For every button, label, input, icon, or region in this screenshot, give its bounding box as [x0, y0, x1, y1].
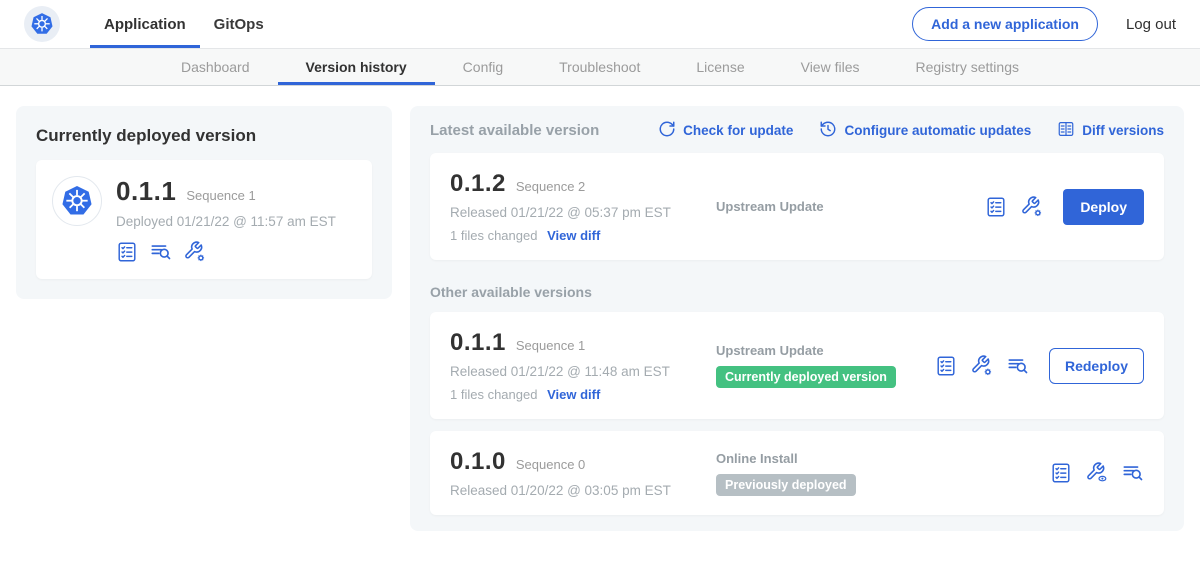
released-timestamp: Released 01/21/22 @ 11:48 am EST — [450, 364, 702, 379]
currently-deployed-panel: Currently deployed version 0.1.1 Sequenc… — [16, 106, 392, 299]
logout-button[interactable]: Log out — [1126, 16, 1176, 33]
deploy-button[interactable]: Deploy — [1063, 189, 1144, 225]
latest-version-title: Latest available version — [430, 122, 599, 139]
version-source-label: Upstream Update — [716, 199, 985, 214]
diff-versions-link[interactable]: Diff versions — [1057, 120, 1164, 141]
version-card-0-1-1: 0.1.1 Sequence 1 Released 01/21/22 @ 11:… — [430, 312, 1164, 419]
wrench-gear-icon[interactable] — [184, 241, 206, 263]
top-header: Application GitOps Add a new application… — [0, 0, 1200, 48]
app-icon — [52, 176, 102, 226]
checklist-icon[interactable] — [935, 355, 957, 377]
diff-versions-label: Diff versions — [1082, 123, 1164, 138]
tab-gitops-label: GitOps — [214, 16, 264, 33]
app-tabs: Application GitOps — [90, 0, 278, 48]
release-notes-icon[interactable] — [1007, 355, 1029, 377]
tab-config[interactable]: Config — [435, 49, 531, 85]
wrench-eye-icon[interactable] — [1086, 462, 1108, 484]
tab-license[interactable]: License — [668, 49, 772, 85]
app-subnav: Dashboard Version history Config Trouble… — [0, 48, 1200, 86]
released-timestamp: Released 01/20/22 @ 03:05 pm EST — [450, 483, 702, 498]
version-history-panel: Latest available version Check for updat… — [410, 106, 1184, 531]
kubernetes-logo — [24, 6, 60, 42]
sequence-label: Sequence 1 — [516, 338, 585, 353]
configure-automatic-updates-label: Configure automatic updates — [844, 123, 1031, 138]
check-for-update-label: Check for update — [683, 123, 793, 138]
diff-icon — [1057, 120, 1075, 141]
deployed-version-number: 0.1.1 — [116, 176, 176, 207]
deployed-timestamp: Deployed 01/21/22 @ 11:57 am EST — [116, 214, 336, 229]
version-card-0-1-2: 0.1.2 Sequence 2 Released 01/21/22 @ 05:… — [430, 153, 1164, 260]
tab-application[interactable]: Application — [90, 0, 200, 48]
version-source-label: Upstream Update — [716, 343, 935, 358]
released-timestamp: Released 01/21/22 @ 05:37 pm EST — [450, 205, 702, 220]
view-diff-link[interactable]: View diff — [547, 387, 600, 402]
version-source-label: Online Install — [716, 451, 1050, 466]
version-card-0-1-0: 0.1.0 Sequence 0 Released 01/20/22 @ 03:… — [430, 431, 1164, 515]
files-changed-label: 1 files changed — [450, 387, 537, 402]
wrench-gear-icon[interactable] — [971, 355, 993, 377]
previously-deployed-badge: Previously deployed — [716, 474, 856, 496]
tab-view-files[interactable]: View files — [773, 49, 888, 85]
header-spacer — [278, 0, 912, 48]
currently-deployed-badge: Currently deployed version — [716, 366, 896, 388]
release-notes-icon[interactable] — [1122, 462, 1144, 484]
redeploy-button[interactable]: Redeploy — [1049, 348, 1144, 384]
add-application-button[interactable]: Add a new application — [912, 7, 1098, 41]
release-notes-icon[interactable] — [150, 241, 172, 263]
version-number: 0.1.1 — [450, 329, 506, 357]
wrench-gear-icon[interactable] — [1021, 196, 1043, 218]
tab-application-label: Application — [104, 16, 186, 33]
configure-automatic-updates-link[interactable]: Configure automatic updates — [819, 120, 1031, 141]
version-number: 0.1.0 — [450, 448, 506, 476]
schedule-icon — [819, 120, 837, 141]
tab-version-history[interactable]: Version history — [278, 49, 435, 85]
version-number: 0.1.2 — [450, 170, 506, 198]
tab-dashboard[interactable]: Dashboard — [153, 49, 278, 85]
checklist-icon[interactable] — [985, 196, 1007, 218]
sequence-label: Sequence 2 — [516, 179, 585, 194]
checklist-icon[interactable] — [116, 241, 138, 263]
tab-registry-settings[interactable]: Registry settings — [888, 49, 1047, 85]
view-diff-link[interactable]: View diff — [547, 228, 600, 243]
refresh-icon — [658, 120, 676, 141]
files-changed-label: 1 files changed — [450, 228, 537, 243]
other-versions-title: Other available versions — [430, 284, 1164, 300]
deployed-sequence-label: Sequence 1 — [186, 188, 255, 203]
main-content: Currently deployed version 0.1.1 Sequenc… — [0, 86, 1200, 551]
sequence-label: Sequence 0 — [516, 457, 585, 472]
tab-troubleshoot[interactable]: Troubleshoot — [531, 49, 668, 85]
deployed-panel-title: Currently deployed version — [36, 126, 372, 146]
check-for-update-link[interactable]: Check for update — [658, 120, 793, 141]
deployed-version-card: 0.1.1 Sequence 1 Deployed 01/21/22 @ 11:… — [36, 160, 372, 279]
checklist-icon[interactable] — [1050, 462, 1072, 484]
tab-gitops[interactable]: GitOps — [200, 0, 278, 48]
